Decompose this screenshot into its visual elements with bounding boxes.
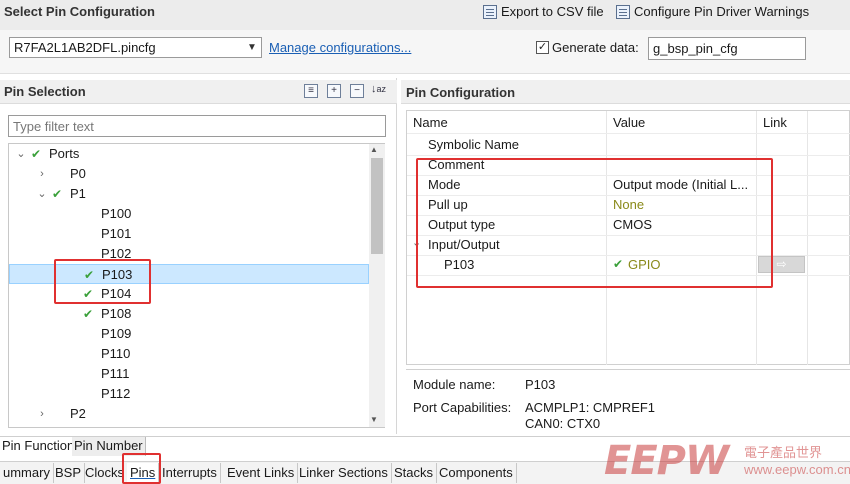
tree-item[interactable]: › P2 xyxy=(9,404,369,424)
pin-config-title: Pin Configuration xyxy=(406,85,516,100)
tab-event-links[interactable]: Event Links xyxy=(224,463,299,483)
chevron-down-icon[interactable]: ▼ xyxy=(245,40,259,55)
tree-item-label: P100 xyxy=(101,206,132,221)
tree-item[interactable]: › P0 xyxy=(9,164,369,184)
tab-stacks[interactable]: Stacks xyxy=(391,463,438,483)
tree-item-label: P108 xyxy=(101,306,132,321)
tree-item[interactable]: P100 xyxy=(9,204,369,224)
module-name-value: P103 xyxy=(525,377,556,392)
tree-item[interactable]: P101 xyxy=(9,224,369,244)
tree-item-label: P111 xyxy=(101,366,130,381)
tab-interrupts[interactable]: Interrupts xyxy=(159,463,221,483)
pin-selection-title: Pin Selection xyxy=(4,84,86,99)
module-name-label: Module name: xyxy=(413,377,496,392)
column-header-name[interactable]: Name xyxy=(413,115,448,130)
tree-item[interactable]: ⌄ ✔ Ports xyxy=(9,144,369,164)
highlight-box xyxy=(416,158,773,288)
tree-item[interactable]: P110 xyxy=(9,344,369,364)
configure-warnings-button[interactable]: Configure Pin Driver Warnings xyxy=(616,4,809,19)
tree-scrollbar-thumb[interactable] xyxy=(371,158,383,254)
tree-item-label: P1 xyxy=(70,186,86,201)
export-csv-button[interactable]: Export to CSV file xyxy=(483,4,604,19)
highlight-box xyxy=(122,453,161,484)
column-header-link[interactable]: Link xyxy=(763,115,787,130)
generate-data-input[interactable]: g_bsp_pin_cfg xyxy=(648,37,806,60)
row-divider xyxy=(407,155,850,156)
watermark-url: www.eepw.com.cn xyxy=(744,462,850,477)
configure-warnings-label: Configure Pin Driver Warnings xyxy=(634,4,810,19)
list-view-icon[interactable]: ≡ xyxy=(304,84,318,98)
manage-configurations-link[interactable]: Manage configurations... xyxy=(269,40,411,55)
header-divider xyxy=(407,133,850,134)
collapse-all-icon[interactable]: − xyxy=(350,84,364,98)
port-capability: ACMPLP1: CMPREF1 xyxy=(525,400,656,415)
tree-item[interactable]: P112 xyxy=(9,384,369,404)
warnings-icon xyxy=(616,4,630,19)
tree-item-label: P110 xyxy=(101,346,131,361)
tab-ummary[interactable]: ummary xyxy=(0,463,54,483)
tree-item-label: P0 xyxy=(70,166,86,181)
watermark-logo: EEPW xyxy=(604,438,729,484)
generate-data-label: Generate data: xyxy=(552,40,639,55)
sort-az-icon[interactable]: ↓az xyxy=(371,83,386,95)
highlight-box xyxy=(54,259,151,304)
check-icon: ✔ xyxy=(52,187,63,201)
tree-item[interactable]: P109 xyxy=(9,324,369,344)
section-title: Select Pin Configuration xyxy=(4,4,155,19)
export-icon xyxy=(483,4,497,19)
tree-item-label: P109 xyxy=(101,326,132,341)
chevron-right-icon[interactable]: › xyxy=(36,164,48,184)
tree-item-label: P2 xyxy=(70,406,86,421)
column-divider xyxy=(807,111,808,365)
chevron-right-icon[interactable]: › xyxy=(36,404,48,424)
expand-all-icon[interactable]: + xyxy=(327,84,341,98)
column-header-value[interactable]: Value xyxy=(613,115,645,130)
port-capability: CAN0: CTX0 xyxy=(525,416,601,431)
tab-components[interactable]: Components xyxy=(436,463,517,483)
expand-down-icon[interactable]: ⌄ xyxy=(15,144,27,164)
tree-item-label: Ports xyxy=(49,146,80,161)
check-icon: ✔ xyxy=(31,147,42,161)
watermark-cn: 電子產品世界 xyxy=(744,445,823,460)
filter-input[interactable]: Type filter text xyxy=(8,115,386,137)
tab-bsp[interactable]: BSP xyxy=(52,463,86,483)
tree-item-label: P112 xyxy=(101,386,131,401)
tree-item[interactable]: ⌄ ✔ P1 xyxy=(9,184,369,204)
expand-down-icon[interactable]: ⌄ xyxy=(36,184,48,204)
port-capabilities-label: Port Capabilities: xyxy=(413,400,512,415)
scroll-down-icon[interactable]: ▼ xyxy=(370,415,378,424)
tree-item[interactable]: ✔ P108 xyxy=(9,304,369,324)
export-csv-label: Export to CSV file xyxy=(501,4,604,19)
scroll-up-icon[interactable]: ▲ xyxy=(370,145,378,154)
generate-data-checkbox[interactable]: ✓ xyxy=(536,41,549,54)
tab-pin-function[interactable]: Pin Function xyxy=(0,437,78,456)
check-icon: ✔ xyxy=(83,307,94,321)
config-row-name[interactable]: Symbolic Name xyxy=(428,137,519,152)
tree-item[interactable]: P111 xyxy=(9,364,369,384)
config-file-value: R7FA2L1AB2DFL.pincfg xyxy=(14,40,156,55)
tree-item-label: P101 xyxy=(101,226,132,241)
tab-linker-sections[interactable]: Linker Sections xyxy=(296,463,392,483)
config-file-select[interactable]: R7FA2L1AB2DFL.pincfg ▼ xyxy=(9,37,262,58)
